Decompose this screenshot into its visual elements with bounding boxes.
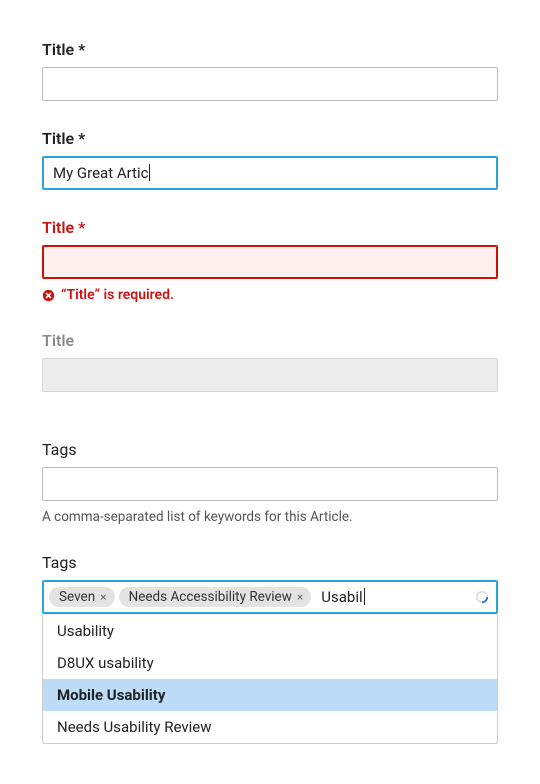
text-cursor	[364, 588, 365, 605]
error-message-row: “Title” is required.	[42, 287, 498, 303]
label-text: Title	[42, 218, 74, 237]
tag-chip: Seven ×	[49, 587, 115, 607]
autocomplete-option[interactable]: Usability	[43, 615, 497, 647]
label-text: Title	[42, 129, 74, 148]
title-label-disabled: Title	[42, 331, 498, 350]
autocomplete-option[interactable]: D8UX usability	[43, 647, 497, 679]
title-field-focused: Title * My Great Artic	[42, 129, 498, 190]
title-field-error: Title * “Title” is required.	[42, 218, 498, 303]
chip-label: Seven	[59, 589, 95, 605]
autocomplete-option[interactable]: Needs Usability Review	[43, 711, 497, 743]
chip-remove-icon[interactable]: ×	[297, 590, 303, 604]
tags-label: Tags	[42, 440, 498, 459]
tags-input-autocomplete[interactable]: Seven × Needs Accessibility Review × Usa…	[42, 580, 498, 614]
text-cursor	[149, 164, 150, 181]
title-label: Title *	[42, 40, 498, 59]
title-field: Title *	[42, 40, 498, 101]
tags-field: Tags A comma-separated list of keywords …	[42, 440, 498, 525]
label-text: Title	[42, 40, 74, 59]
error-message-text: “Title” is required.	[61, 287, 174, 303]
title-label: Title *	[42, 129, 498, 148]
required-marker: *	[78, 218, 85, 237]
title-input[interactable]	[42, 67, 498, 101]
tags-field-autocomplete: Tags Seven × Needs Accessibility Review …	[42, 553, 498, 744]
title-label-error: Title *	[42, 218, 498, 237]
label-text: Tags	[42, 553, 77, 572]
tags-label: Tags	[42, 553, 498, 572]
error-icon	[42, 289, 55, 302]
title-input-error[interactable]	[42, 245, 498, 279]
input-value: My Great Artic	[53, 164, 148, 182]
required-marker: *	[78, 40, 85, 59]
autocomplete-option-selected[interactable]: Mobile Usability	[43, 679, 497, 711]
tags-helper-text: A comma-separated list of keywords for t…	[42, 509, 498, 525]
chip-label: Needs Accessibility Review	[129, 589, 292, 605]
label-text: Title	[42, 331, 74, 350]
title-input-disabled	[42, 358, 498, 392]
tag-typing-text: Usabil	[321, 588, 362, 606]
tags-input[interactable]	[42, 467, 498, 501]
title-input-focused[interactable]: My Great Artic	[42, 156, 498, 190]
chip-remove-icon[interactable]: ×	[100, 590, 106, 604]
label-text: Tags	[42, 440, 77, 459]
title-field-disabled: Title	[42, 331, 498, 392]
loading-spinner-icon	[475, 590, 489, 604]
tag-chip: Needs Accessibility Review ×	[119, 587, 312, 607]
autocomplete-dropdown: Usability D8UX usability Mobile Usabilit…	[42, 614, 498, 744]
required-marker: *	[78, 129, 85, 148]
